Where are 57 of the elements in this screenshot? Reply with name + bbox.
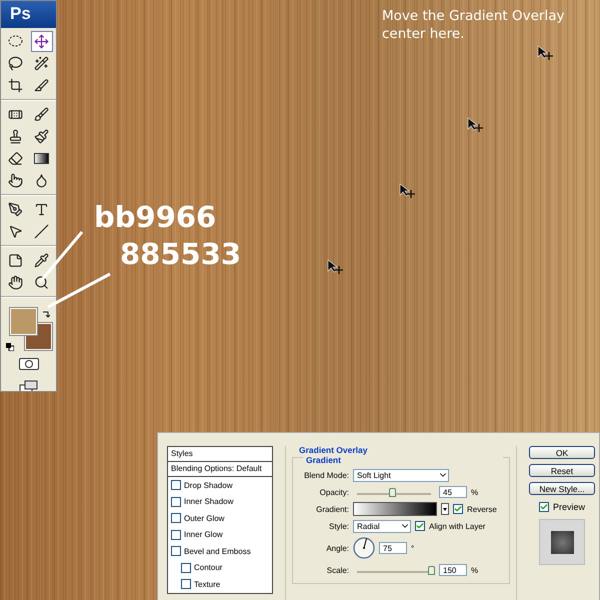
group-title: Gradient	[303, 455, 503, 465]
slider-thumb[interactable]	[388, 488, 396, 497]
opacity-field[interactable]: 45	[439, 486, 467, 498]
app-logo: Ps	[1, 1, 56, 28]
color-code-label: bb9966	[94, 200, 216, 234]
checkbox[interactable]	[171, 496, 181, 507]
slider-thumb[interactable]	[428, 566, 435, 575]
checkbox[interactable]	[171, 546, 181, 556]
checkbox[interactable]	[171, 530, 181, 540]
checkbox-label[interactable]: Reverse	[467, 504, 497, 514]
style-list-item[interactable]: Inner Glow	[184, 530, 223, 540]
angle-dial[interactable]	[353, 537, 375, 559]
style-dropdown[interactable]: Radial	[353, 520, 411, 532]
field-label: Blend Mode:	[303, 470, 349, 480]
checkbox[interactable]	[181, 579, 191, 590]
style-list-item[interactable]: Outer Glow	[184, 514, 224, 523]
color-code-label: 885533	[120, 237, 242, 271]
foreground-swatch[interactable]	[10, 308, 36, 335]
unit-label: °	[411, 544, 414, 552]
style-list-item[interactable]: Contour	[194, 563, 222, 572]
field-label: Opacity:	[318, 488, 349, 496]
field-label: Style:	[328, 522, 349, 530]
style-list-item[interactable]: Blending Options: Default	[168, 462, 272, 477]
style-list-item[interactable]: Texture	[194, 580, 220, 589]
angle-field[interactable]: 75	[379, 542, 407, 554]
field-label: Angle:	[325, 544, 349, 552]
move-cursor-icon	[400, 183, 416, 199]
gradient-preview[interactable]	[353, 502, 437, 516]
style-list-item[interactable]: Inner Shadow	[184, 497, 234, 506]
default-colors-icon[interactable]	[6, 342, 14, 351]
field-label: Gradient:	[315, 504, 349, 514]
scale-field[interactable]: 150	[439, 564, 467, 576]
unit-label: %	[471, 566, 478, 574]
style-list-item[interactable]: Drop Shadow	[184, 480, 232, 490]
unit-label: %	[471, 488, 478, 496]
style-list-item[interactable]: Styles	[168, 447, 272, 462]
blend-mode-dropdown[interactable]: Soft Light	[353, 468, 449, 482]
screen-mode-icon[interactable]	[18, 380, 38, 391]
checkbox[interactable]	[453, 504, 463, 514]
move-cursor-icon	[538, 45, 554, 61]
move-cursor-icon	[328, 259, 344, 275]
style-list-item[interactable]: Bevel and Emboss	[184, 546, 251, 556]
dialog-button[interactable]: New Style...	[529, 482, 595, 495]
checkbox[interactable]	[538, 502, 549, 512]
quick-mask-icon[interactable]	[18, 358, 38, 370]
checkbox-label[interactable]: Align with Layer	[429, 522, 486, 530]
checkbox-label[interactable]: Preview	[552, 502, 585, 512]
annotation-note: Move the Gradient Overlay center here.	[382, 7, 566, 43]
dialog-button[interactable]: Reset	[529, 464, 595, 477]
checkbox[interactable]	[181, 562, 191, 573]
checkbox[interactable]	[171, 513, 181, 524]
checkbox[interactable]	[415, 521, 425, 531]
checkbox[interactable]	[171, 480, 181, 490]
preview-thumbnail	[539, 519, 585, 565]
field-label: Scale:	[326, 566, 349, 574]
move-cursor-icon	[468, 117, 484, 133]
dialog-button[interactable]: OK	[529, 446, 595, 459]
